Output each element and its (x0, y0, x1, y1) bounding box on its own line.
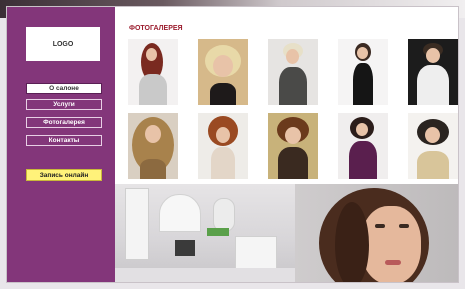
gallery-photo[interactable] (128, 39, 178, 105)
nav-gallery-button[interactable]: Фотогалерея (26, 117, 102, 128)
book-online-button[interactable]: Запись онлайн (26, 169, 102, 181)
gallery-photo[interactable] (408, 39, 458, 105)
photo-gallery: ФОТОГАЛЕРЕЯ (115, 7, 458, 184)
nav-services-button[interactable]: Услуги (26, 99, 102, 110)
gallery-photo[interactable] (268, 39, 318, 105)
gallery-photo[interactable] (338, 113, 388, 179)
nav-contacts-button[interactable]: Контакты (26, 135, 102, 146)
model-portrait-photo (295, 184, 458, 282)
hero-banner (115, 184, 458, 282)
gallery-photo[interactable] (128, 113, 178, 179)
gallery-photo[interactable] (408, 113, 458, 179)
gallery-photo[interactable] (198, 113, 248, 179)
site-window: LOGO О салоне Услуги Фотогалерея Контакт… (6, 6, 459, 283)
gallery-photo[interactable] (268, 113, 318, 179)
nav-about-button[interactable]: О салоне (26, 83, 102, 94)
gallery-photo[interactable] (198, 39, 248, 105)
gallery-title: ФОТОГАЛЕРЕЯ (129, 25, 183, 32)
salon-interior-photo (115, 184, 295, 282)
logo[interactable]: LOGO (26, 27, 100, 61)
sidebar: LOGO О салоне Услуги Фотогалерея Контакт… (7, 7, 115, 282)
gallery-photo[interactable] (338, 39, 388, 105)
